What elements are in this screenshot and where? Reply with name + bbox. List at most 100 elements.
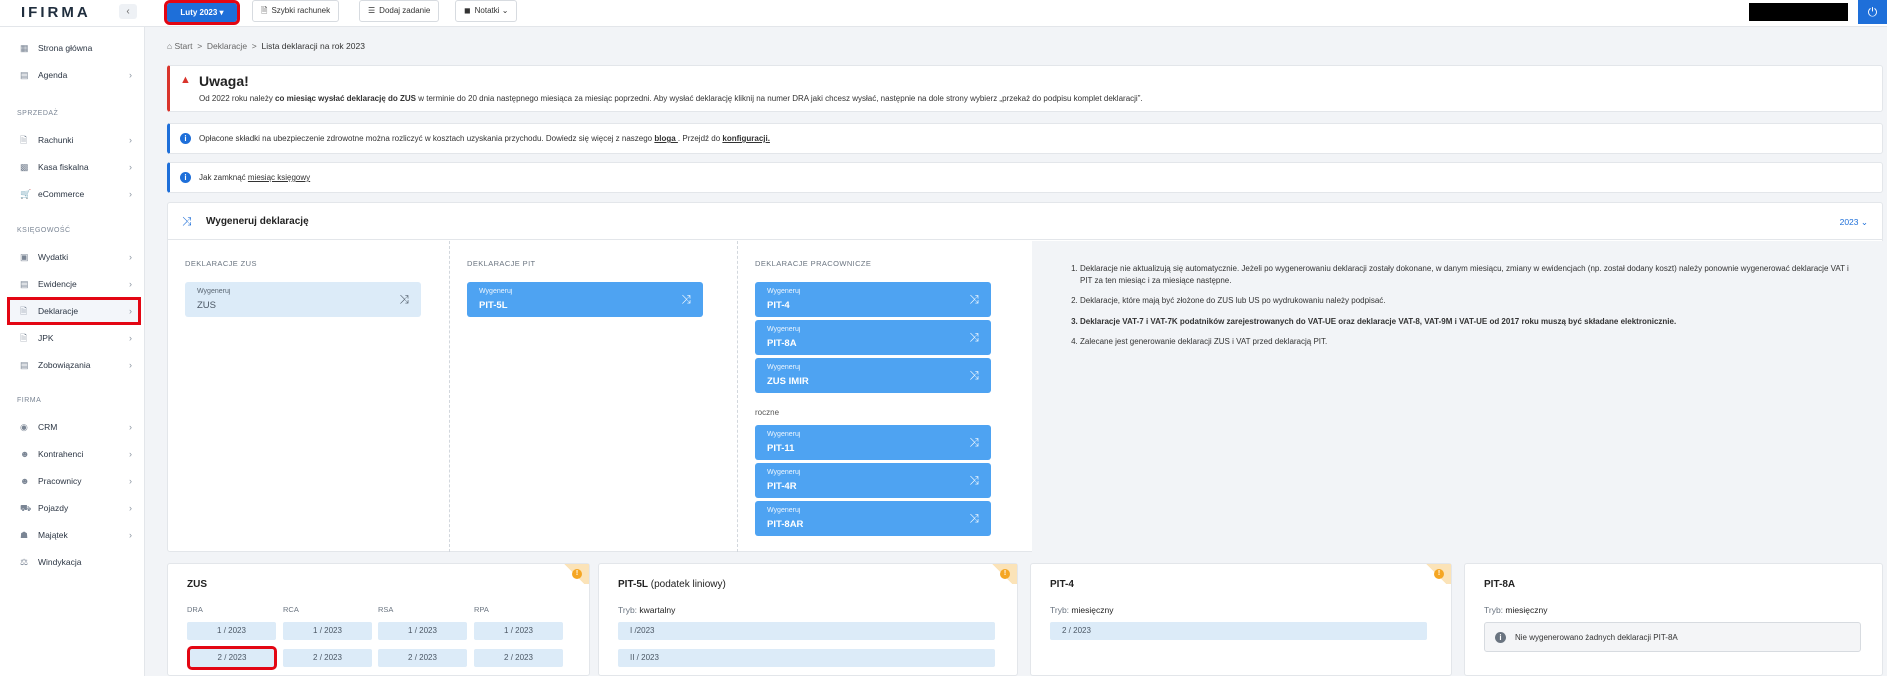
power-icon: ⏻ — [1867, 5, 1878, 19]
pit-8a-card: PIT-8A Tryb: miesięczny i Nie wygenerowa… — [1464, 563, 1883, 676]
month-selector-button[interactable]: Luty 2023 ▾ — [164, 0, 240, 25]
declaration-chip[interactable]: 1 / 2023 — [187, 622, 276, 640]
sidebar-item-jpk[interactable]: 🗎 JPK › — [10, 327, 138, 349]
card-title: PIT-8A — [1484, 579, 1516, 590]
sidebar-item-pojazdy[interactable]: ⛟ Pojazdy › — [10, 497, 138, 519]
generate-pit-4-button[interactable]: Wygeneruj PIT-4 ⤨ — [755, 282, 991, 317]
mode-label: Tryb: kwartalny — [618, 605, 676, 615]
chevron-right-icon: › — [129, 135, 132, 145]
generate-pit-8a-button[interactable]: Wygeneruj PIT-8A ⤨ — [755, 320, 991, 355]
declaration-chip[interactable]: 2 / 2023 — [378, 649, 467, 667]
chevron-right-icon: › — [129, 70, 132, 80]
sidebar-item-ewidencje[interactable]: ▤ Ewidencje › — [10, 273, 138, 295]
sidebar-item-home[interactable]: ▦ Strona główna — [10, 37, 138, 59]
quick-receipt-button[interactable]: 🗎 Szybki rachunek — [252, 0, 340, 22]
shuffle-icon: ⤨ — [969, 511, 979, 525]
card-title: PIT-5L (podatek liniowy) — [618, 579, 726, 590]
home-icon: ⌂ — [167, 41, 173, 51]
exclamation-icon: ! — [1434, 569, 1444, 579]
blog-link[interactable]: bloga — [654, 134, 678, 143]
wallet-icon: ▣ — [20, 252, 29, 262]
generate-pit-4r-button[interactable]: Wygeneruj PIT-4R ⤨ — [755, 463, 991, 498]
sidebar-item-majatek[interactable]: ☗ Majątek › — [10, 524, 138, 546]
note-item: Zalecane jest generowanie deklaracji ZUS… — [1080, 336, 1860, 348]
declaration-chip[interactable]: 1 / 2023 — [378, 622, 467, 640]
add-task-button[interactable]: ☰ Dodaj zadanie — [359, 0, 440, 22]
app-logo[interactable]: IFIRMA — [21, 4, 91, 21]
shuffle-icon: ⤨ — [969, 368, 979, 382]
sidebar-item-kontrahenci[interactable]: ☻ Kontrahenci › — [10, 443, 138, 465]
mode-label: Tryb: miesięczny — [1484, 605, 1548, 615]
shuffle-icon: ⤨ — [969, 473, 979, 487]
generate-zus-imir-button[interactable]: Wygeneruj ZUS IMIR ⤨ — [755, 358, 991, 393]
declaration-chip[interactable]: II / 2023 — [618, 649, 995, 667]
declaration-chip[interactable]: 2 / 2023 — [474, 649, 563, 667]
calendar-icon: ▤ — [20, 70, 29, 80]
sidebar-item-ecommerce[interactable]: 🛒 eCommerce › — [10, 183, 138, 205]
cart-icon: 🛒 — [20, 189, 32, 199]
generate-pit-8ar-button[interactable]: Wygeneruj PIT-8AR ⤨ — [755, 501, 991, 536]
declaration-notes: Deklaracje nie aktualizują się automatyc… — [1032, 241, 1883, 552]
info-text: Jak zamknąć miesiąc księgowy — [199, 173, 311, 182]
pit-4-card: ! PIT-4 Tryb: miesięczny 2 / 2023 — [1030, 563, 1452, 676]
notes-button[interactable]: ◼ Notatki ⌄ — [455, 0, 518, 22]
generate-declaration-panel: ⤨ Wygeneruj deklarację 2023 ⌄ DEKLARACJE… — [167, 202, 1883, 552]
chevron-right-icon: › — [129, 279, 132, 289]
sidebar-item-windykacja[interactable]: ⚖ Windykacja — [10, 551, 138, 573]
user-menu[interactable] — [1749, 3, 1848, 21]
chevron-right-icon: › — [129, 530, 132, 540]
accounting-month-link[interactable]: miesiąc księgowy — [248, 173, 310, 182]
jpk-icon: 🗎 — [20, 333, 28, 343]
breadcrumb-start[interactable]: Start — [175, 41, 193, 51]
receipt-icon: 🗎 — [261, 6, 268, 15]
shuffle-icon: ⤨ — [182, 214, 192, 228]
breadcrumb-current: Lista deklaracji na rok 2023 — [261, 41, 365, 51]
crm-icon: ◉ — [20, 422, 28, 432]
column-header-dra: DRA — [187, 605, 203, 614]
generate-pit-5l-button[interactable]: Wygeneruj PIT-5L ⤨ — [467, 282, 703, 317]
scales-icon: ⚖ — [20, 557, 29, 567]
declaration-chip[interactable]: 2 / 2023 — [1050, 622, 1427, 640]
shuffle-icon: ⤨ — [969, 330, 979, 344]
note-icon: ◼ — [464, 6, 471, 15]
truck-icon: ⛟ — [20, 503, 32, 513]
logout-button[interactable]: ⏻ — [1858, 0, 1887, 24]
employee-column: DEKLARACJE PRACOWNICZE Wygeneruj PIT-4 ⤨ W… — [738, 241, 1032, 552]
generate-zus-button[interactable]: Wygeneruj ZUS ⤨ — [185, 282, 421, 317]
chevron-right-icon: › — [129, 162, 132, 172]
sidebar-item-pracownicy[interactable]: ☻ Pracownicy › — [10, 470, 138, 492]
section-title-company: FIRMA — [17, 397, 42, 404]
exclamation-icon: ! — [1000, 569, 1010, 579]
info-icon: i — [180, 133, 191, 144]
note-item: Deklaracje nie aktualizują się automatyc… — [1080, 263, 1860, 286]
section-title-sales: SPRZEDAŻ — [17, 110, 59, 117]
sidebar-item-zobowiazania[interactable]: ▤ Zobowiązania › — [10, 354, 138, 376]
sidebar-item-wydatki[interactable]: ▣ Wydatki › — [10, 246, 138, 268]
declaration-chip[interactable]: 1 / 2023 — [283, 622, 372, 640]
configuration-link[interactable]: konfiguracji. — [722, 134, 770, 143]
info-alert-close-month: i Jak zamknąć miesiąc księgowy — [167, 162, 1883, 193]
breadcrumb-declarations[interactable]: Deklaracje — [207, 41, 247, 51]
generate-pit-11-button[interactable]: Wygeneruj PIT-11 ⤨ — [755, 425, 991, 460]
declaration-chip[interactable]: 1 / 2023 — [474, 622, 563, 640]
sidebar-item-agenda[interactable]: ▤ Agenda › — [10, 64, 138, 86]
warning-icon: ▲ — [180, 74, 191, 86]
note-item: Deklaracje VAT-7 i VAT-7K podatników zar… — [1080, 316, 1860, 328]
declaration-chip[interactable]: I /2023 — [618, 622, 995, 640]
sidebar-item-deklaracje[interactable]: 🗎 Deklaracje › — [7, 297, 141, 325]
shuffle-icon: ⤨ — [969, 292, 979, 306]
alert-badge: ! — [987, 564, 1017, 584]
sidebar-item-crm[interactable]: ◉ CRM › — [10, 416, 138, 438]
empty-state: i Nie wygenerowano żadnych deklaracji PI… — [1484, 622, 1861, 652]
year-dropdown[interactable]: 2023 ⌄ — [1840, 217, 1868, 228]
card-title: ZUS — [187, 579, 207, 590]
pit-5l-card: ! PIT-5L (podatek liniowy) Tryb: kwartal… — [598, 563, 1018, 676]
sidebar-item-rachunki[interactable]: 🗎 Rachunki › — [10, 129, 138, 151]
dra-2-2023-chip[interactable]: 2 / 2023 — [187, 646, 277, 670]
zus-column: DEKLARACJE ZUS Wygeneruj ZUS ⤨ — [168, 241, 450, 552]
sidebar-item-kasa-fiskalna[interactable]: ▩ Kasa fiskalna › — [10, 156, 138, 178]
warning-title: Uwaga! — [199, 73, 249, 89]
declaration-chip[interactable]: 2 / 2023 — [283, 649, 372, 667]
collapse-sidebar-button[interactable]: ‹ — [119, 4, 137, 19]
mode-label: Tryb: miesięczny — [1050, 605, 1114, 615]
